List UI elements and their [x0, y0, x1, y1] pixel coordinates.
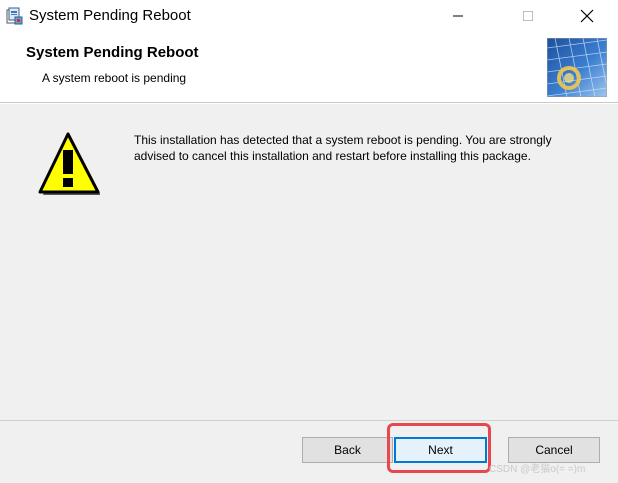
back-button[interactable]: Back	[302, 437, 393, 463]
close-icon	[580, 9, 594, 23]
close-button[interactable]	[564, 0, 610, 32]
maximize-button[interactable]	[505, 0, 551, 32]
cancel-button[interactable]: Cancel	[508, 437, 600, 463]
minimize-button[interactable]	[435, 0, 481, 32]
next-button-highlight-annotation	[387, 423, 491, 473]
footer-divider	[0, 420, 618, 421]
installer-window: System Pending Reboot System Pending Reb…	[0, 0, 618, 483]
reboot-warning-message: This installation has detected that a sy…	[134, 133, 552, 163]
title-bar[interactable]: System Pending Reboot	[0, 0, 618, 32]
minimize-icon	[453, 15, 463, 17]
dialog-subheading: A system reboot is pending	[42, 71, 187, 85]
installer-banner-graphic-icon	[547, 38, 607, 97]
installer-app-icon	[6, 7, 23, 25]
maximize-icon	[523, 11, 533, 21]
warning-icon	[38, 132, 100, 195]
watermark-text: CSDN @老猫o(= =)m	[489, 464, 586, 475]
dialog-heading: System Pending Reboot	[26, 44, 199, 61]
banner-divider-highlight	[0, 103, 618, 104]
header-banner: System Pending Reboot A system reboot is…	[0, 32, 618, 102]
window-title: System Pending Reboot	[29, 7, 191, 24]
